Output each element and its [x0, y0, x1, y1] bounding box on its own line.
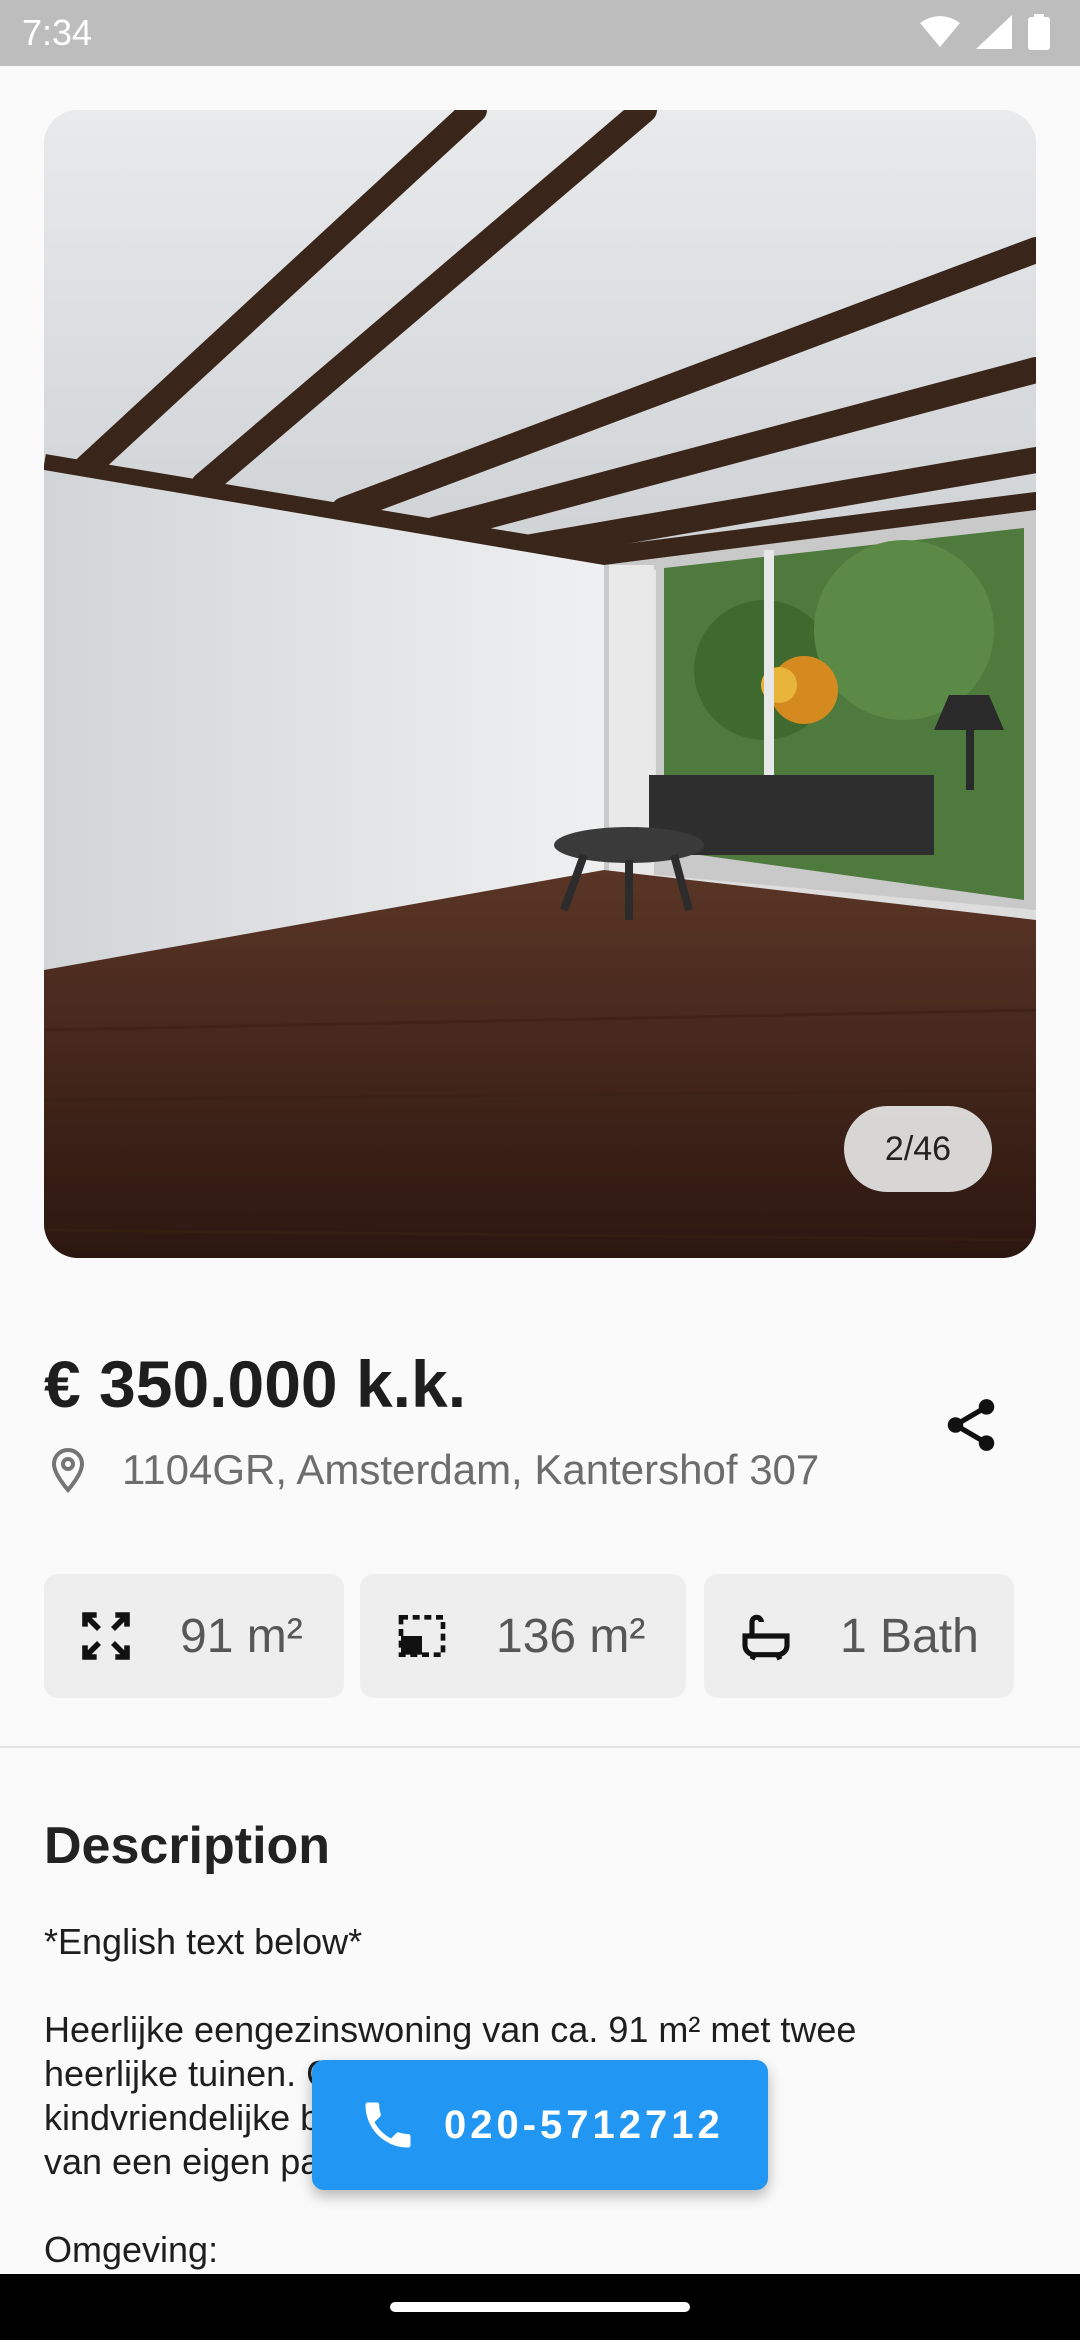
- address-text: 1104GR, Amsterdam, Kantershof 307: [122, 1446, 820, 1493]
- expand-area-icon: [82, 1612, 130, 1660]
- photo-counter: 2/46: [844, 1106, 992, 1192]
- share-icon[interactable]: [940, 1394, 1002, 1456]
- phone-icon: [365, 2102, 411, 2148]
- battery-icon: [1028, 14, 1050, 50]
- cell-signal-icon: [976, 15, 1012, 49]
- plot-area-icon: [398, 1615, 446, 1657]
- status-time: 7:34: [22, 12, 93, 53]
- feature-bathrooms: 1 Bath: [704, 1574, 1014, 1698]
- listing-address: 1104GR, Amsterdam, Kantershof 307: [44, 1446, 819, 1494]
- location-pin-icon: [51, 1447, 85, 1493]
- plot-area-value: 136 m²: [496, 1609, 646, 1663]
- system-nav-bar: [0, 2274, 1080, 2340]
- call-button-label: 020-5712712: [444, 2102, 724, 2147]
- wifi-icon: [920, 16, 960, 47]
- listing-photo[interactable]: 2/46: [44, 110, 1036, 1258]
- status-icons: [920, 14, 1050, 50]
- bathrooms-value: 1 Bath: [840, 1609, 979, 1663]
- call-button[interactable]: 020-5712712: [312, 2060, 768, 2190]
- room-photo-image: [44, 110, 1036, 1258]
- living-area-value: 91 m²: [180, 1609, 303, 1663]
- bathtub-icon: [742, 1614, 790, 1661]
- section-divider: [0, 1746, 1080, 1748]
- home-gesture-handle[interactable]: [390, 2302, 690, 2312]
- description-title: Description: [44, 1817, 331, 1875]
- status-bar: 7:34: [0, 0, 1080, 66]
- feature-living-area: 91 m²: [44, 1574, 344, 1698]
- listing-price: € 350.000 k.k.: [44, 1347, 467, 1421]
- feature-plot-area: 136 m²: [360, 1574, 686, 1698]
